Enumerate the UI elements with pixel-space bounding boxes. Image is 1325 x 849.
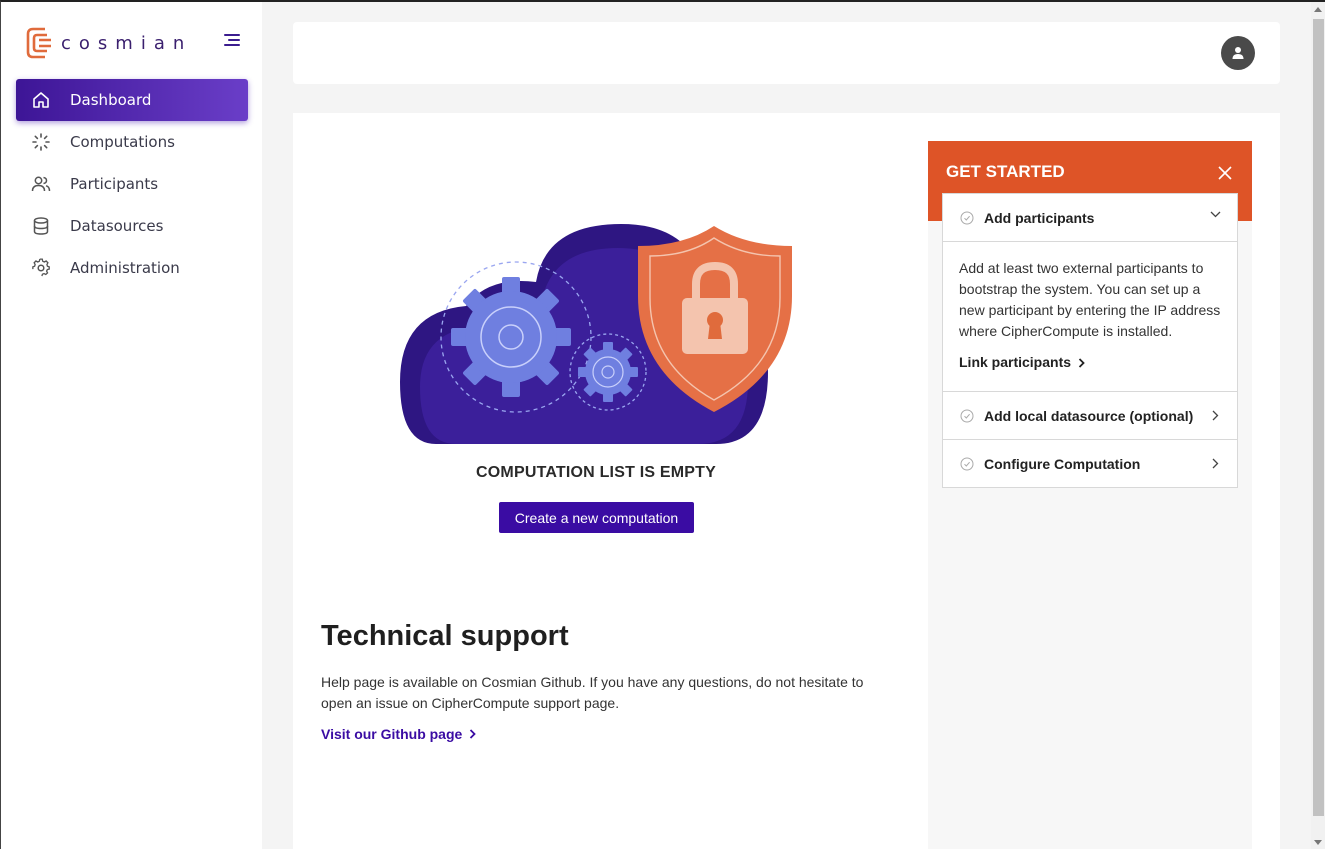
sidebar-item-label: Dashboard	[70, 91, 152, 109]
get-started-title: GET STARTED	[946, 162, 1065, 181]
user-avatar[interactable]	[1221, 36, 1255, 70]
step-add-local-datasource[interactable]: Add local datasource (optional)	[943, 392, 1237, 439]
github-link[interactable]: Visit our Github page	[321, 726, 477, 742]
sidebar-item-administration[interactable]: Administration	[16, 247, 248, 289]
github-link-label: Visit our Github page	[321, 726, 463, 742]
step-title: Add local datasource (optional)	[984, 407, 1194, 424]
step-title: Add participants	[984, 209, 1095, 226]
database-icon	[30, 215, 52, 237]
sidebar-nav: Dashboard Computations Participants Data…	[16, 79, 248, 289]
home-icon	[30, 89, 52, 111]
support-text: Help page is available on Cosmian Github…	[321, 674, 864, 711]
check-circle-icon	[960, 211, 974, 224]
menu-toggle-icon[interactable]	[222, 32, 240, 48]
empty-state-title: COMPUTATION LIST IS EMPTY	[476, 464, 716, 481]
scroll-thumb[interactable]	[1313, 19, 1324, 816]
chevron-right-icon	[1212, 410, 1219, 421]
sidebar-item-label: Datasources	[70, 217, 164, 235]
page-scrollbar[interactable]	[1311, 2, 1325, 849]
link-participants-link[interactable]: Link participants	[959, 352, 1221, 373]
sidebar-item-dashboard[interactable]: Dashboard	[16, 79, 248, 121]
user-icon	[1232, 47, 1244, 59]
sidebar: cosmian Dashboard Computations Participa…	[1, 2, 262, 849]
create-computation-button[interactable]: Create a new computation	[499, 502, 694, 533]
sidebar-item-datasources[interactable]: Datasources	[16, 205, 248, 247]
check-circle-icon	[960, 409, 974, 422]
step-add-participants[interactable]: Add participants	[943, 194, 1237, 241]
get-started-steps: Add participants Add at least two extern…	[942, 193, 1238, 488]
step-body: Add at least two external participants t…	[943, 242, 1237, 391]
sidebar-item-label: Administration	[70, 259, 180, 277]
support-title: Technical support	[321, 620, 569, 652]
large-gear-icon	[451, 277, 571, 397]
chevron-right-icon	[1212, 458, 1219, 469]
chevron-right-icon	[470, 729, 477, 739]
spinner-icon	[30, 131, 52, 153]
users-icon	[30, 173, 52, 195]
small-gear-icon	[578, 342, 638, 402]
empty-state-illustration	[400, 224, 792, 444]
scroll-up-icon[interactable]	[1314, 7, 1322, 12]
sidebar-item-label: Participants	[70, 175, 159, 193]
chevron-down-icon	[1210, 211, 1221, 218]
brand-name: cosmian	[61, 32, 193, 54]
step-description: Add at least two external participants t…	[959, 260, 1221, 339]
scroll-down-icon[interactable]	[1314, 840, 1322, 845]
step-title: Configure Computation	[984, 455, 1141, 472]
cosmian-logo[interactable]: cosmian	[25, 26, 192, 60]
check-circle-icon	[960, 457, 974, 470]
sidebar-item-computations[interactable]: Computations	[16, 121, 248, 163]
sidebar-item-label: Computations	[70, 133, 175, 151]
close-icon[interactable]	[1218, 166, 1232, 180]
step-configure-computation[interactable]: Configure Computation	[943, 440, 1237, 487]
link-participants-label: Link participants	[959, 354, 1072, 370]
chevron-right-icon	[1078, 357, 1085, 368]
gear-icon	[30, 257, 52, 279]
cosmian-logo-icon	[26, 27, 51, 59]
top-bar	[293, 22, 1280, 84]
sidebar-item-participants[interactable]: Participants	[16, 163, 248, 205]
